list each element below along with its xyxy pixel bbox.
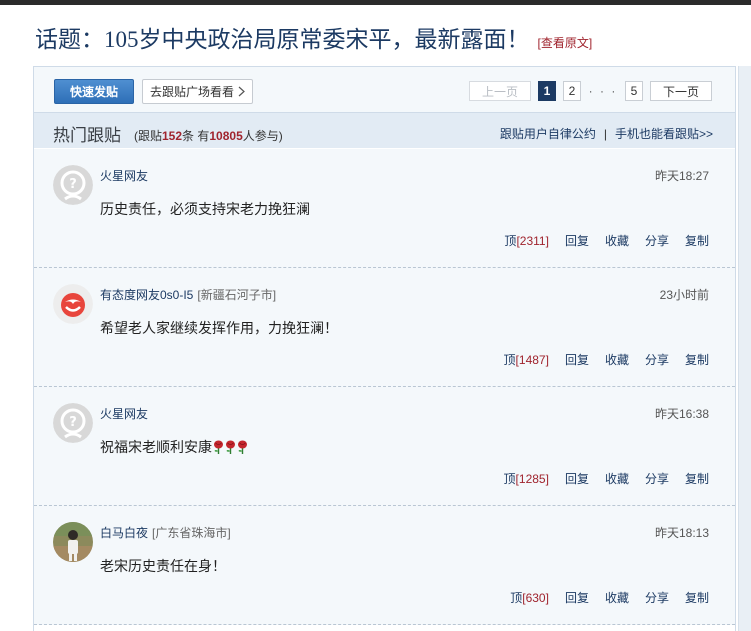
upvote-count: 630 — [525, 591, 546, 605]
upvote-button[interactable]: 顶[1487] — [504, 351, 549, 368]
copy-button[interactable]: 复制 — [685, 589, 709, 606]
upvote-button[interactable]: 顶[1285] — [504, 470, 549, 487]
comment-item: ? 火星网友 昨天18:27 历史责任，必须支持宋老力挽狂澜 顶[2311] 回… — [34, 149, 735, 268]
copy-button[interactable]: 复制 — [685, 232, 709, 249]
comment-stats: (跟贴152条 有10805人参与) — [134, 129, 283, 143]
view-original-label[interactable]: 查看原文 — [541, 36, 589, 50]
page-5-button[interactable]: 5 — [625, 81, 643, 101]
upvote-count: 2311 — [519, 234, 546, 248]
copy-button[interactable]: 复制 — [685, 470, 709, 487]
comment-time: 23小时前 — [659, 288, 709, 302]
favorite-button[interactable]: 收藏 — [605, 470, 629, 487]
chevron-right-icon — [238, 86, 245, 97]
upvote-button[interactable]: 顶[630] — [510, 589, 549, 606]
rose-icon — [214, 440, 223, 454]
quick-post-button[interactable]: 快速发贴 — [54, 79, 134, 104]
hot-header-links: 跟贴用户自律公约 | 手机也能看跟贴>> — [500, 125, 713, 142]
comment-username[interactable]: 火星网友 — [100, 405, 152, 422]
reply-button[interactable]: 回复 — [565, 351, 589, 368]
top-bar — [0, 0, 751, 5]
reply-button[interactable]: 回复 — [565, 232, 589, 249]
favorite-button[interactable]: 收藏 — [605, 232, 629, 249]
comment-username[interactable]: 火星网友 — [100, 167, 152, 184]
view-original-link[interactable]: [查看原文] — [538, 34, 593, 51]
share-button[interactable]: 分享 — [645, 589, 669, 606]
favorite-button[interactable]: 收藏 — [605, 589, 629, 606]
comment-username[interactable]: 有态度网友0s0-I5 [新疆石河子市] — [100, 286, 276, 303]
reply-button[interactable]: 回复 — [565, 470, 589, 487]
copy-button[interactable]: 复制 — [685, 351, 709, 368]
photo-avatar[interactable] — [53, 522, 93, 562]
svg-text:?: ? — [69, 415, 77, 430]
page-1-button[interactable]: 1 — [538, 81, 556, 101]
comment-actions: 顶[2311] 回复 收藏 分享 复制 — [504, 232, 709, 249]
reply-button[interactable]: 回复 — [565, 589, 589, 606]
page-ellipsis: · · · — [588, 84, 618, 98]
comment-plaza-button[interactable]: 去跟贴广场看看 — [142, 79, 253, 104]
default-avatar-icon[interactable]: ? — [53, 403, 93, 443]
comment-time: 昨天18:27 — [654, 169, 709, 183]
page-title: 话题：105岁中央政治局原常委宋平，最新露面！ — [35, 27, 530, 52]
upvote-count: 1285 — [518, 472, 546, 486]
hot-comments-title: 热门跟贴 — [53, 126, 121, 145]
share-button[interactable]: 分享 — [645, 351, 669, 368]
upvote-count: 1487 — [518, 353, 546, 367]
mobile-link[interactable]: 手机也能看跟贴>> — [615, 125, 713, 142]
comment-time: 昨天16:38 — [654, 407, 709, 421]
comment-actions: 顶[630] 回复 收藏 分享 复制 — [510, 589, 709, 606]
comment-text: 历史责任，必须支持宋老力挽狂澜 — [100, 201, 310, 217]
comment-text: 希望老人家继续发挥作用，力挽狂澜！ — [100, 320, 338, 336]
favorite-button[interactable]: 收藏 — [605, 351, 629, 368]
comment-plaza-label: 去跟贴广场看看 — [149, 85, 234, 99]
toolbar: 快速发贴 去跟贴广场看看 上一页 1 2 · · · 5 下一页 — [34, 67, 735, 112]
divider: | — [603, 126, 607, 141]
comments-panel: 快速发贴 去跟贴广场看看 上一页 1 2 · · · 5 下一页 热门跟贴 (跟… — [33, 66, 736, 631]
post-count: 152 — [162, 129, 183, 143]
rose-icon — [226, 440, 235, 454]
share-button[interactable]: 分享 — [645, 470, 669, 487]
default-avatar-icon[interactable]: ? — [53, 165, 93, 205]
next-page-button[interactable]: 下一页 — [650, 81, 712, 101]
comment-text: 老宋历史责任在身！ — [100, 558, 226, 574]
comment-actions: 顶[1487] 回复 收藏 分享 复制 — [504, 351, 709, 368]
comment-item: ? 火星网友 昨天16:38 祝福宋老顺利安康 顶[1285] 回复 收藏 分享… — [34, 387, 735, 506]
svg-text:?: ? — [69, 177, 77, 192]
hot-comments-header: 热门跟贴 (跟贴152条 有10805人参与) 跟贴用户自律公约 | 手机也能看… — [34, 112, 735, 148]
page-2-button[interactable]: 2 — [563, 81, 581, 101]
comment-item: 有态度网友0s0-I5 [新疆石河子市] 23小时前 希望老人家继续发挥作用，力挽… — [34, 268, 735, 387]
comment-text: 祝福宋老顺利安康 — [100, 437, 248, 457]
comment-time: 昨天18:13 — [654, 526, 709, 540]
youtaidu-avatar-icon[interactable] — [53, 284, 93, 324]
rose-icon — [238, 440, 247, 454]
participant-count: 10805 — [209, 129, 243, 143]
prev-page-button[interactable]: 上一页 — [469, 81, 531, 101]
upvote-button[interactable]: 顶[2311] — [504, 232, 549, 249]
comment-username[interactable]: 白马白夜 [广东省珠海市] — [100, 524, 231, 541]
title-row: 话题：105岁中央政治局原常委宋平，最新露面！ [查看原文] — [35, 20, 593, 52]
comment-actions: 顶[1285] 回复 收藏 分享 复制 — [504, 470, 709, 487]
side-rail — [738, 66, 751, 631]
comment-item: 白马白夜 [广东省珠海市] 昨天18:13 老宋历史责任在身！ 顶[630] 回复… — [34, 506, 735, 625]
share-button[interactable]: 分享 — [645, 232, 669, 249]
rules-link[interactable]: 跟贴用户自律公约 — [500, 125, 596, 142]
